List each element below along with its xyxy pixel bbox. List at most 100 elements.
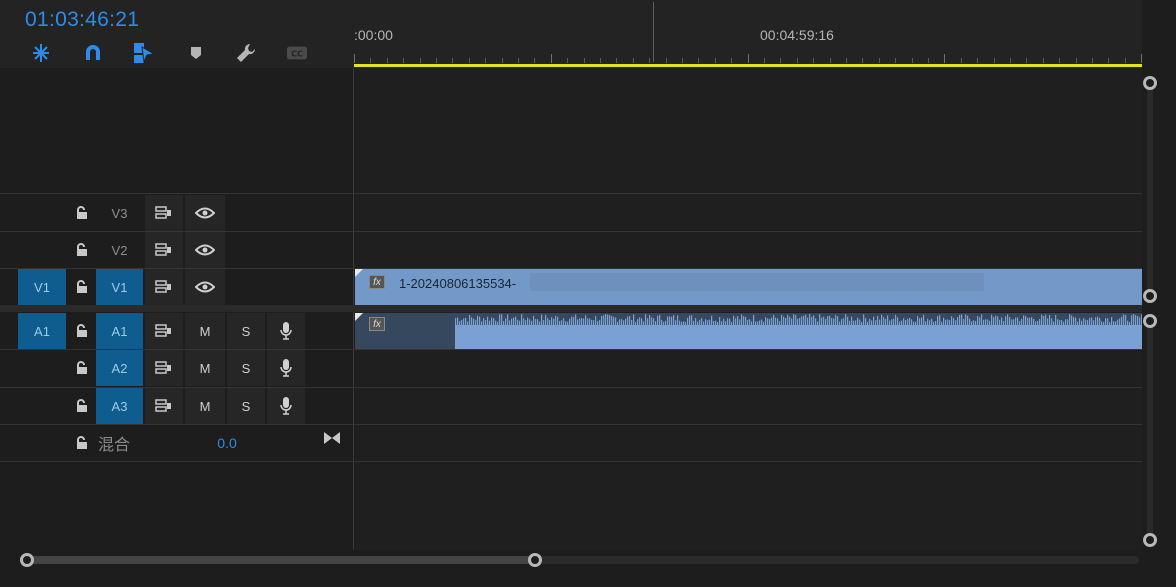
- track-target-v2[interactable]: V2: [96, 232, 143, 268]
- ruler-tick: [1108, 58, 1110, 63]
- ruler-tick: [485, 58, 487, 63]
- ruler-tick: [846, 58, 847, 63]
- lock-icon[interactable]: [68, 313, 96, 349]
- lock-icon[interactable]: [68, 350, 96, 386]
- mute-button[interactable]: M: [185, 388, 225, 424]
- horizontal-scrollbar[interactable]: [0, 550, 1176, 587]
- bowtie-icon[interactable]: [318, 425, 346, 451]
- lock-icon[interactable]: [68, 232, 96, 268]
- horizontal-scroll-thumb[interactable]: [27, 556, 535, 564]
- audio-vertical-scrollbar[interactable]: [1147, 322, 1153, 540]
- ruler-tick: [1092, 58, 1093, 63]
- ruler-tick: [780, 58, 782, 63]
- ruler-tick: [632, 58, 634, 63]
- time-ruler[interactable]: :00:00 00:04:59:16: [353, 0, 1143, 68]
- track-header-v3: V3: [0, 195, 353, 231]
- mute-button[interactable]: M: [185, 313, 225, 349]
- linked-selection-icon[interactable]: [133, 42, 155, 64]
- ruler-tick: [944, 54, 946, 63]
- ruler-tick: [977, 58, 979, 63]
- ruler-tick: [534, 58, 536, 63]
- fx-badge-icon[interactable]: fx: [369, 317, 385, 331]
- track-target-v1[interactable]: V1: [96, 269, 143, 305]
- eye-icon[interactable]: [185, 269, 225, 305]
- mix-label: 混合: [98, 437, 131, 454]
- sync-lock-icon[interactable]: [145, 388, 183, 424]
- track-target-a1[interactable]: A1: [96, 313, 143, 349]
- microphone-icon[interactable]: [267, 313, 305, 349]
- lock-icon[interactable]: [68, 425, 96, 461]
- mute-button[interactable]: M: [185, 350, 225, 386]
- ruler-tick: [1010, 58, 1011, 63]
- ruler-tick: [501, 58, 503, 63]
- captions-cc-icon[interactable]: CC: [286, 42, 308, 64]
- lane-divider: [0, 461, 1142, 462]
- sync-lock-icon[interactable]: [145, 195, 183, 231]
- video-clip[interactable]: fx 1-20240806135534-: [355, 269, 1142, 305]
- zoom-left-handle[interactable]: [20, 553, 34, 567]
- solo-button[interactable]: S: [227, 313, 265, 349]
- ruler-tick: [1124, 58, 1126, 63]
- solo-button[interactable]: S: [227, 350, 265, 386]
- source-patch-v1[interactable]: V1: [18, 269, 66, 305]
- mix-track-header: 混合 0.0: [0, 425, 353, 461]
- ruler-label-start: :00:00: [354, 27, 393, 43]
- video-scroll-top-handle[interactable]: [1143, 76, 1157, 90]
- zoom-right-handle[interactable]: [528, 553, 542, 567]
- ruler-tick: [911, 58, 913, 63]
- lane-divider: [0, 193, 1142, 194]
- audio-waveform: [455, 314, 1142, 349]
- ruler-tick: [649, 58, 651, 63]
- video-scroll-bottom-handle[interactable]: [1143, 289, 1157, 303]
- mix-volume-value[interactable]: 0.0: [205, 425, 249, 461]
- ruler-tick: [878, 58, 880, 63]
- video-clip-name: 1-20240806135534-: [399, 276, 517, 291]
- insert-overwrite-icon[interactable]: [30, 42, 52, 64]
- sync-lock-icon[interactable]: [145, 232, 183, 268]
- source-patch-a1[interactable]: A1: [18, 313, 66, 349]
- audio-scroll-bottom-handle[interactable]: [1143, 533, 1157, 547]
- clip-start-corner-icon: [355, 269, 363, 277]
- lock-icon[interactable]: [68, 388, 96, 424]
- track-target-v3[interactable]: V3: [96, 195, 143, 231]
- ruler-tick: [993, 58, 995, 63]
- ruler-tick: [796, 58, 798, 63]
- ruler-tick: [600, 58, 601, 63]
- track-target-a3[interactable]: A3: [96, 388, 143, 424]
- track-target-a2[interactable]: A2: [96, 350, 143, 386]
- ruler-tick: [567, 58, 569, 63]
- lock-icon[interactable]: [68, 269, 96, 305]
- playhead-line[interactable]: [653, 2, 654, 62]
- snap-magnet-icon[interactable]: [82, 42, 104, 64]
- ruler-tick: [1042, 58, 1044, 63]
- fx-badge-icon[interactable]: fx: [369, 275, 385, 289]
- timeline-settings-wrench-icon[interactable]: [235, 42, 257, 64]
- sync-lock-icon[interactable]: [145, 313, 183, 349]
- sync-lock-icon[interactable]: [145, 350, 183, 386]
- ruler-tick: [452, 58, 454, 63]
- ruler-tick: [829, 58, 831, 63]
- ruler-tick: [928, 58, 929, 63]
- solo-button[interactable]: S: [227, 388, 265, 424]
- eye-icon[interactable]: [185, 232, 225, 268]
- video-audio-divider[interactable]: [0, 305, 1142, 312]
- video-vertical-scrollbar[interactable]: [1147, 82, 1153, 296]
- lock-icon[interactable]: [68, 195, 96, 231]
- work-area-bar[interactable]: [354, 64, 1142, 67]
- ruler-tick: [665, 58, 667, 63]
- add-marker-icon[interactable]: [185, 42, 207, 64]
- microphone-icon[interactable]: [267, 350, 305, 386]
- ruler-tick: [714, 58, 716, 63]
- playhead-timecode[interactable]: 01:03:46:21: [25, 8, 139, 32]
- ruler-tick: [813, 58, 815, 63]
- microphone-icon[interactable]: [267, 388, 305, 424]
- ruler-tick: [370, 58, 372, 63]
- ruler-tick: [1075, 58, 1077, 63]
- audio-scroll-top-handle[interactable]: [1143, 314, 1157, 328]
- track-header-a2: A2 M S: [0, 350, 353, 386]
- sync-lock-icon[interactable]: [145, 269, 183, 305]
- ruler-tick: [583, 58, 585, 63]
- ruler-tick: [698, 58, 700, 63]
- eye-icon[interactable]: [185, 195, 225, 231]
- audio-clip[interactable]: fx: [355, 313, 1142, 349]
